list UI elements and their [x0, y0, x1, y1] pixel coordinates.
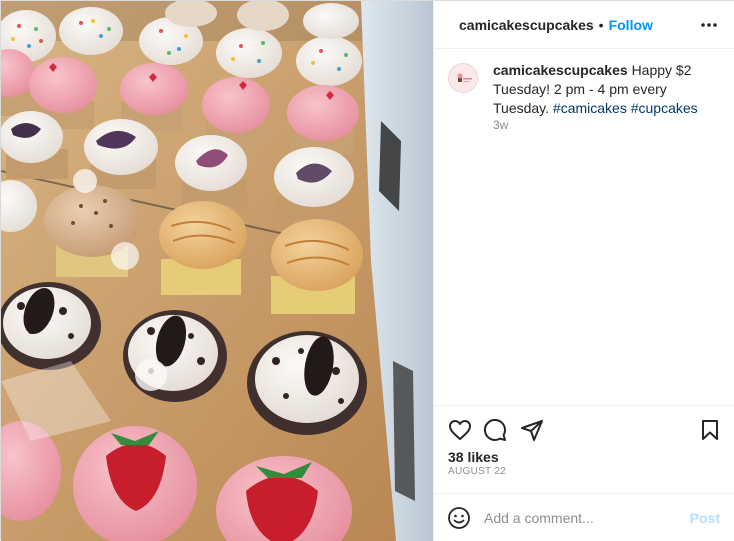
cupcakes-photo-illustration — [1, 1, 433, 541]
comment-input[interactable] — [484, 508, 684, 528]
header-separator: • — [598, 16, 604, 33]
instagram-post-embed: camicakescupcakes • Follow camicakescupc… — [0, 0, 734, 541]
avatar-logo-icon — [450, 65, 477, 92]
profile-avatar[interactable] — [448, 63, 478, 93]
comment-box: Post — [434, 493, 734, 541]
post-date: AUGUST 22 — [448, 466, 507, 477]
caption-timestamp[interactable]: 3w — [493, 118, 508, 132]
emoji-icon[interactable] — [447, 506, 471, 530]
share-icon[interactable] — [520, 418, 544, 442]
caption-username[interactable]: camicakescupcakes — [493, 62, 628, 78]
hashtag-link[interactable]: #cupcakes — [631, 100, 698, 116]
post-photo[interactable] — [1, 1, 433, 541]
header-username[interactable]: camicakescupcakes — [459, 17, 594, 33]
caption-text: camicakescupcakes Happy $2 Tuesday! 2 pm… — [493, 61, 723, 118]
follow-button[interactable]: Follow — [609, 17, 653, 33]
hashtag-link[interactable]: #camicakes — [553, 100, 627, 116]
more-options-icon[interactable] — [699, 15, 719, 35]
likes-count[interactable]: 38 likes — [448, 449, 499, 465]
bookmark-icon[interactable] — [698, 418, 722, 442]
heart-icon[interactable] — [448, 418, 472, 442]
action-bar: 38 likes AUGUST 22 — [434, 405, 734, 493]
post-side-panel: camicakescupcakes • Follow camicakescupc… — [433, 1, 734, 541]
post-header: camicakescupcakes • Follow — [434, 1, 734, 49]
post-comment-button[interactable]: Post — [690, 510, 720, 526]
comment-icon[interactable] — [483, 418, 507, 442]
